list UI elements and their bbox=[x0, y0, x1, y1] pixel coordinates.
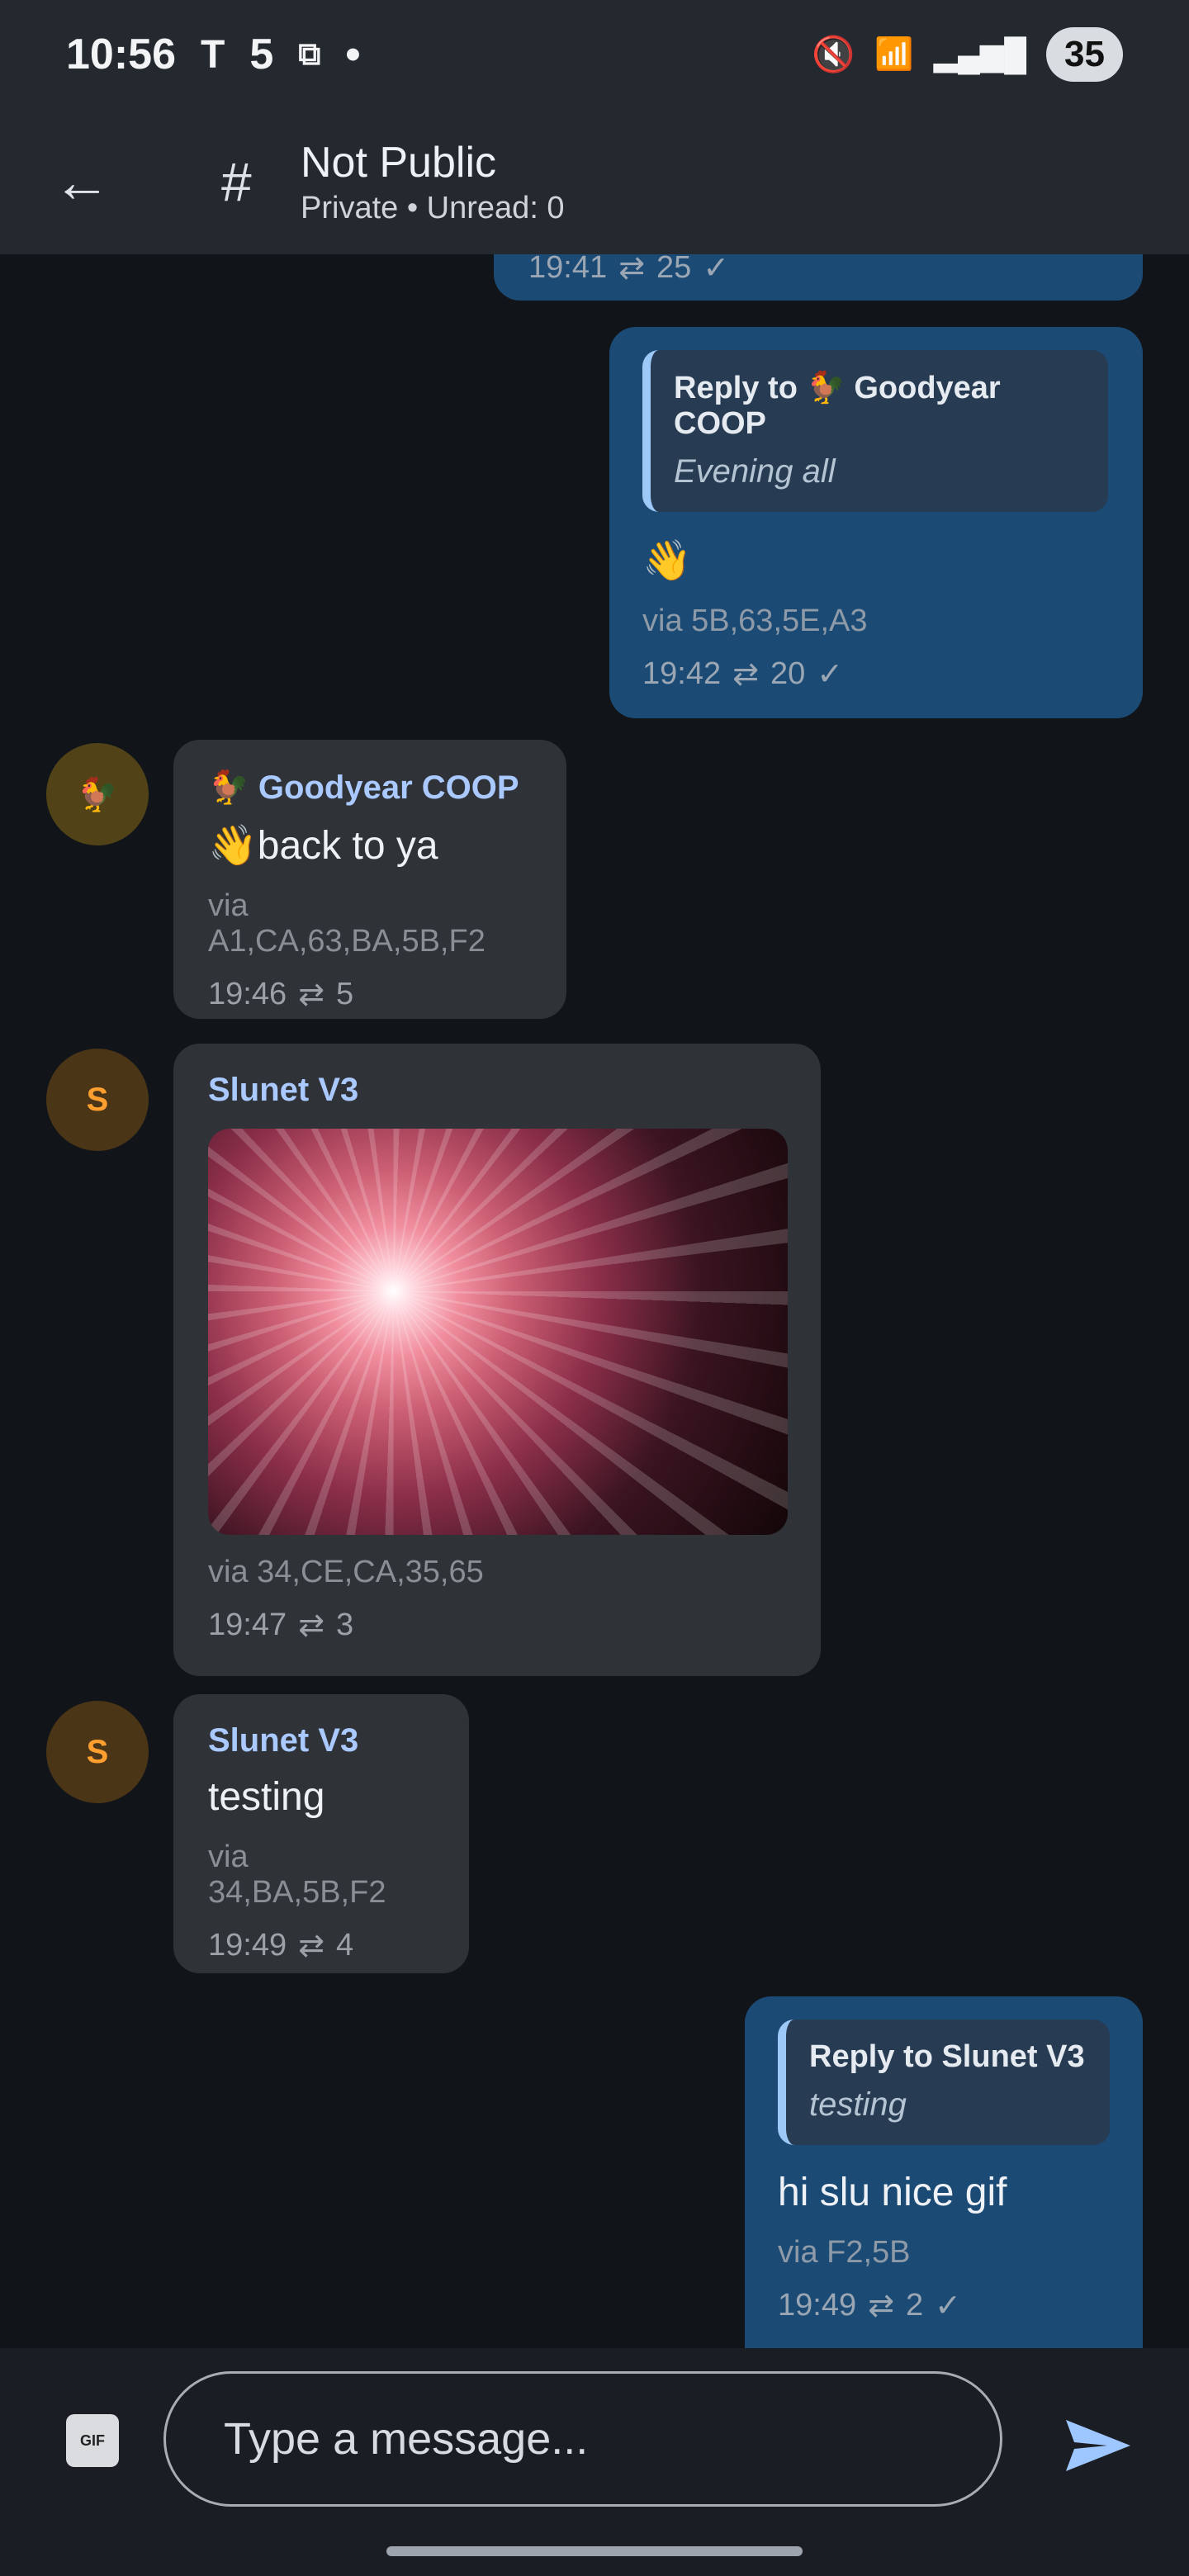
home-indicator bbox=[386, 2546, 803, 2556]
reply-title: Reply to 🐓 Goodyear COOP bbox=[674, 371, 1001, 441]
hashtag-icon: # bbox=[221, 151, 252, 212]
avatar-label: S bbox=[86, 1081, 109, 1118]
message-time: 19:47 bbox=[208, 1608, 287, 1642]
repeat-count: 3 bbox=[335, 1608, 354, 1642]
message-list[interactable]: 19:41 ⇄ 25 ✓ Reply to 🐓 Goodyear COOP Ev… bbox=[0, 254, 1189, 2348]
repeat-count: 20 bbox=[770, 656, 806, 691]
message-route: via 34,CE,CA,35,65 bbox=[208, 1555, 484, 1589]
message-input[interactable]: Type a message... bbox=[163, 2371, 1002, 2507]
repeat-icon: ⇄ bbox=[868, 2289, 894, 2323]
message-meta: 19:42 ⇄ 20 ✓ bbox=[642, 656, 1108, 693]
reply-preview: Reply to Slunet V3 testing bbox=[778, 2020, 1110, 2145]
repeat-count: 2 bbox=[905, 2288, 924, 2323]
message-time: 19:49 bbox=[208, 1928, 287, 1963]
message-meta: 19:41 ⇄ 25 ✓ bbox=[528, 254, 1108, 286]
channel-subtitle: Private • Unread: 0 bbox=[301, 190, 565, 225]
message-time: 19:46 bbox=[208, 977, 287, 1011]
repeat-icon: ⇄ bbox=[298, 1929, 324, 1963]
signal-icon: ▂▄▆█ bbox=[933, 37, 1027, 73]
message-meta: 19:46 ⇄ 5 bbox=[208, 976, 532, 1013]
gif-label: GIF bbox=[80, 2432, 105, 2449]
sender-name: Slunet V3 bbox=[208, 1722, 359, 1759]
tesla-icon: T bbox=[201, 32, 225, 77]
composer: GIF Type a message... bbox=[0, 2348, 1189, 2576]
status-right: 🔇 📶 ▂▄▆█ 35 bbox=[812, 27, 1123, 82]
message-text: 👋back to ya bbox=[208, 824, 438, 868]
gif-button[interactable]: GIF bbox=[66, 2414, 119, 2467]
status-time: 10:56 bbox=[66, 31, 176, 78]
status-bar: 10:56 T 5 ⧉ • 🔇 📶 ▂▄▆█ 35 bbox=[0, 0, 1189, 109]
channel-title: Not Public bbox=[301, 138, 496, 187]
message-bubble-incoming[interactable]: 🐓 Goodyear COOP 👋back to ya via A1,CA,63… bbox=[173, 740, 566, 1019]
avatar[interactable]: S bbox=[46, 1049, 149, 1151]
repeat-icon: ⇄ bbox=[732, 657, 759, 692]
send-icon[interactable] bbox=[1062, 2416, 1135, 2475]
channel-info: Not Public Private • Unread: 0 bbox=[301, 138, 565, 226]
arrow-left-icon[interactable]: ← bbox=[50, 149, 114, 214]
message-time: 19:42 bbox=[642, 656, 722, 691]
screenshot-icon: ⧉ bbox=[298, 36, 321, 72]
message-route: via 5B,63,5E,A3 bbox=[642, 604, 868, 638]
repeat-icon: ⇄ bbox=[618, 254, 645, 286]
repeat-count: 4 bbox=[335, 1928, 354, 1963]
reply-title: Reply to Slunet V3 bbox=[809, 2039, 1085, 2074]
message-text: hi slu nice gif bbox=[778, 2171, 1007, 2214]
message-text: 👋 bbox=[642, 539, 692, 583]
message-input-placeholder: Type a message... bbox=[224, 2414, 589, 2464]
message-bubble-outgoing[interactable]: Reply to 🐓 Goodyear COOP Evening all 👋 v… bbox=[609, 327, 1143, 718]
mute-icon: 🔇 bbox=[812, 34, 855, 73]
status-dot: • bbox=[345, 31, 361, 78]
wifi-icon: 📶 bbox=[874, 37, 914, 72]
reply-preview: Reply to 🐓 Goodyear COOP Evening all bbox=[642, 350, 1108, 512]
message-meta: 19:47 ⇄ 3 bbox=[208, 1607, 786, 1644]
send-icon bbox=[1066, 2420, 1130, 2471]
message-meta: 19:49 ⇄ 2 ✓ bbox=[778, 2287, 1110, 2324]
gif-image[interactable] bbox=[208, 1129, 788, 1535]
check-icon: ✓ bbox=[935, 2289, 961, 2323]
message-time: 19:41 bbox=[528, 254, 608, 285]
message-meta: 19:49 ⇄ 4 bbox=[208, 1927, 434, 1964]
avatar-label: S bbox=[86, 1733, 109, 1770]
avatar[interactable]: S bbox=[46, 1701, 149, 1803]
repeat-icon: ⇄ bbox=[298, 978, 324, 1012]
message-bubble-incoming[interactable]: Slunet V3 testing via 34,BA,5B,F2 19:49 … bbox=[173, 1694, 469, 1973]
avatar[interactable]: 🐓 bbox=[46, 743, 149, 845]
check-icon: ✓ bbox=[703, 254, 730, 286]
sender-name: 🐓 Goodyear COOP bbox=[208, 769, 519, 806]
avatar-label: 🐓 bbox=[77, 776, 118, 813]
message-route: via A1,CA,63,BA,5B,F2 bbox=[208, 888, 486, 959]
message-bubble-incoming[interactable]: Slunet V3 via 34,CE,CA,35,65 19:47 ⇄ 3 bbox=[173, 1044, 821, 1676]
message-route: via F2,5B bbox=[778, 2235, 911, 2270]
repeat-count: 5 bbox=[335, 977, 354, 1011]
check-icon: ✓ bbox=[817, 657, 844, 692]
repeat-count: 25 bbox=[656, 254, 692, 285]
reply-text: Evening all bbox=[674, 453, 836, 490]
message-bubble-outgoing-partial[interactable]: 19:41 ⇄ 25 ✓ bbox=[494, 254, 1143, 301]
message-route: via 34,BA,5B,F2 bbox=[208, 1840, 386, 1910]
reply-text: testing bbox=[809, 2086, 907, 2123]
battery-indicator: 35 bbox=[1046, 27, 1123, 82]
repeat-icon: ⇄ bbox=[298, 1608, 324, 1643]
app-bar: ← # Not Public Private • Unread: 0 bbox=[0, 109, 1189, 254]
status-left: 10:56 T 5 ⧉ • bbox=[66, 30, 361, 79]
message-bubble-outgoing[interactable]: Reply to Slunet V3 testing hi slu nice g… bbox=[745, 1996, 1143, 2348]
message-time: 19:49 bbox=[778, 2288, 857, 2323]
status-count: 5 bbox=[249, 31, 274, 78]
sender-name: Slunet V3 bbox=[208, 1072, 359, 1108]
message-text: testing bbox=[208, 1775, 325, 1819]
